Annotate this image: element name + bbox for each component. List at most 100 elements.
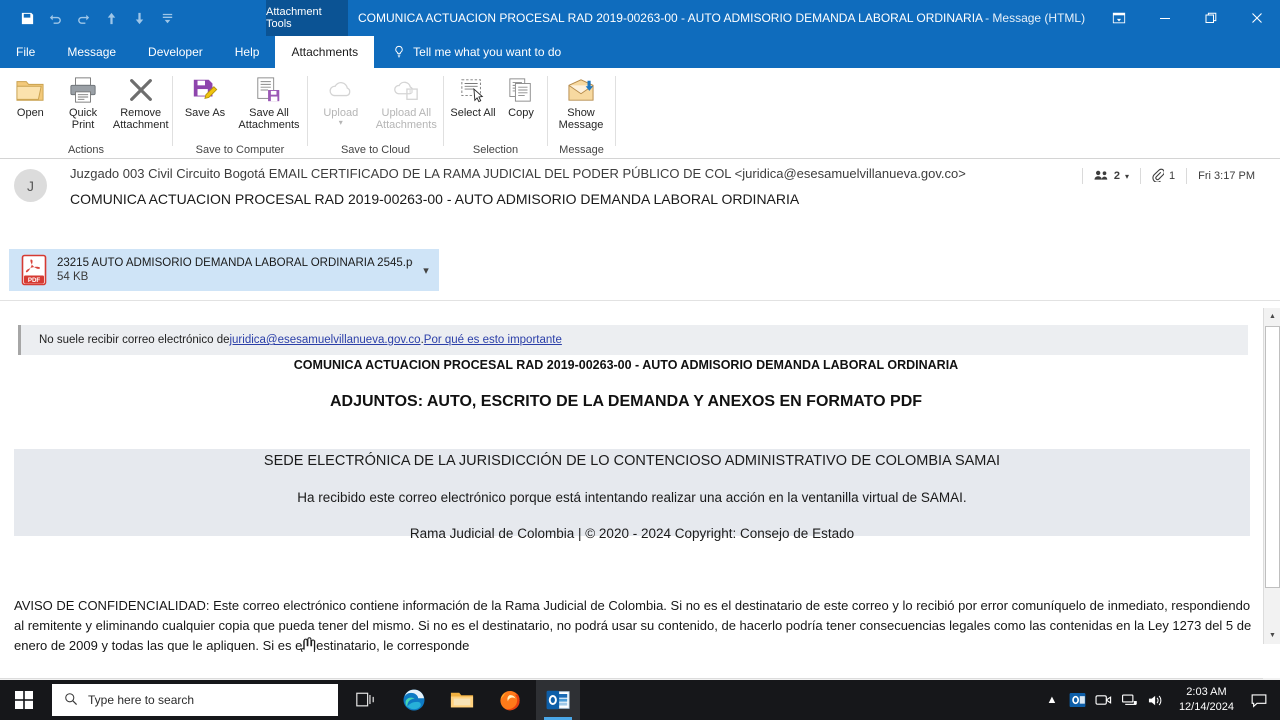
attachment-dropdown-icon[interactable]: ▾ — [413, 264, 439, 277]
ribbon-group-actions: Open Quick Print Remove Attachment Actio… — [0, 68, 172, 159]
camera-tray-icon[interactable] — [1091, 680, 1117, 720]
ribbon: Open Quick Print Remove Attachment Actio… — [0, 68, 1280, 159]
body-heading-primary: COMUNICA ACTUACION PROCESAL RAD 2019-002… — [293, 358, 959, 372]
minimize-icon[interactable] — [1142, 0, 1188, 36]
next-item-icon[interactable] — [126, 5, 152, 31]
tab-message-label: Message — [67, 45, 117, 59]
ribbon-group-save-to-computer-label: Save to Computer — [195, 144, 285, 156]
open-folder-icon — [15, 73, 45, 107]
sender-email-link[interactable]: juridica@esesamuelvillanueva.gov.co — [229, 334, 420, 346]
upload-all-attachments-button-label: Upload All Attachments — [375, 107, 437, 132]
ribbon-display-options-icon[interactable] — [1096, 0, 1142, 36]
attachment-count[interactable]: 1 — [1141, 168, 1186, 185]
taskbar-clock[interactable]: 2:03 AM 12/14/2024 — [1169, 685, 1244, 715]
outlook-icon[interactable] — [536, 680, 580, 720]
select-all-button[interactable]: Select All — [448, 73, 498, 119]
samai-panel-line-2: Ha recibido este correo electrónico porq… — [297, 490, 967, 505]
ribbon-group-message-label: Message — [559, 144, 604, 156]
copy-icon — [507, 73, 535, 107]
previous-item-icon[interactable] — [98, 5, 124, 31]
open-button[interactable]: Open — [4, 73, 57, 119]
ribbon-group-save-to-computer: Save As Save All Attachments Save to Com… — [173, 68, 307, 159]
ribbon-tab-bar: File Message Developer Help Attachments … — [0, 36, 1280, 68]
customize-quick-access-toolbar-icon[interactable] — [154, 5, 180, 31]
save-as-button-label: Save As — [184, 107, 226, 119]
microsoft-edge-icon[interactable] — [392, 680, 436, 720]
scroll-down-icon[interactable]: ▼ — [1264, 627, 1280, 644]
tab-help[interactable]: Help — [219, 36, 276, 68]
window-controls — [1096, 0, 1280, 36]
title-bar: Attachment Tools COMUNICA ACTUACION PROC… — [0, 0, 1280, 36]
message-header: J Juzgado 003 Civil Circuito Bogotá EMAI… — [0, 159, 1280, 391]
upload-all-attachments-button: Upload All Attachments — [370, 73, 443, 132]
task-view-icon[interactable] — [344, 680, 388, 720]
svg-text:PDF: PDF — [28, 277, 41, 284]
select-all-button-label: Select All — [450, 107, 496, 119]
tell-me-search[interactable]: Tell me what you want to do — [374, 36, 561, 68]
save-all-attachments-button-label: Save All Attachments — [238, 107, 300, 132]
external-sender-warning: No suele recibir correo electrónico de j… — [18, 325, 1248, 355]
samai-panel-line-1: SEDE ELECTRÓNICA DE LA JURISDICCIÓN DE L… — [263, 453, 1001, 469]
restore-icon[interactable] — [1188, 0, 1234, 36]
upload-dropdown-icon: ▾ — [338, 118, 343, 128]
why-is-this-important-link[interactable]: Por qué es esto importante — [424, 334, 562, 346]
ribbon-group-selection-label: Selection — [472, 144, 519, 156]
tab-file-label: File — [16, 45, 36, 59]
vertical-scrollbar-thumb[interactable] — [1265, 326, 1280, 588]
save-all-attachments-button[interactable]: Save All Attachments — [231, 73, 307, 132]
tab-developer-label: Developer — [148, 45, 203, 59]
printer-icon — [68, 73, 98, 107]
tab-file[interactable]: File — [0, 36, 51, 68]
ribbon-group-save-to-cloud-label: Save to Cloud — [340, 144, 411, 156]
message-body: No suele recibir correo electrónico de j… — [0, 301, 1252, 652]
copy-button[interactable]: Copy — [498, 73, 544, 119]
remove-attachment-button[interactable]: Remove Attachment — [109, 73, 172, 132]
vertical-scrollbar[interactable]: ▲ ▼ — [1263, 308, 1280, 644]
attachment-chip[interactable]: PDF 23215 AUTO ADMISORIO DEMANDA LABORAL… — [9, 249, 439, 291]
save-all-attachments-icon — [254, 73, 284, 107]
action-center-icon[interactable] — [1244, 680, 1274, 720]
outlook-message-window: Attachment Tools COMUNICA ACTUACION PROC… — [0, 0, 1280, 720]
open-button-label: Open — [16, 107, 44, 119]
taskbar-pinned-apps — [344, 680, 580, 720]
tab-help-label: Help — [234, 45, 260, 59]
upload-button: Upload ▾ — [312, 73, 370, 128]
file-explorer-icon[interactable] — [440, 680, 484, 720]
reading-pane: No suele recibir correo electrónico de j… — [0, 301, 1280, 652]
confidentiality-notice: AVISO DE CONFIDENCIALIDAD: Este correo e… — [14, 598, 1252, 652]
save-as-button[interactable]: Save As — [179, 73, 231, 119]
show-message-button[interactable]: Show Message — [548, 73, 614, 132]
tell-me-label: Tell me what you want to do — [413, 45, 562, 59]
tab-message[interactable]: Message — [51, 36, 132, 68]
system-tray: ▲ 2:03 AM 12/14/2024 — [1039, 680, 1280, 720]
lightbulb-icon — [392, 45, 406, 59]
recipients-dropdown-icon[interactable]: ▾ — [1125, 172, 1129, 181]
close-icon[interactable] — [1234, 0, 1280, 36]
network-icon[interactable] — [1117, 680, 1143, 720]
firefox-icon[interactable] — [488, 680, 532, 720]
tab-developer[interactable]: Developer — [132, 36, 219, 68]
timestamp: Fri 3:17 PM — [1187, 170, 1266, 182]
save-icon[interactable] — [14, 5, 40, 31]
tab-attachments[interactable]: Attachments — [275, 36, 375, 68]
search-input[interactable]: Type here to search — [52, 684, 338, 716]
select-all-icon — [459, 73, 487, 107]
attachment-bar: PDF 23215 AUTO ADMISORIO DEMANDA LABORAL… — [0, 243, 1280, 301]
windows-start-icon[interactable] — [0, 680, 48, 720]
avatar: J — [14, 169, 47, 202]
scroll-up-icon[interactable]: ▲ — [1264, 308, 1280, 325]
redo-icon[interactable] — [70, 5, 96, 31]
body-heading-attachments: ADJUNTOS: AUTO, ESCRITO DE LA DEMANDA Y … — [329, 393, 923, 410]
show-hidden-icons-icon[interactable]: ▲ — [1039, 680, 1065, 720]
window-title-suffix: - Message (HTML) — [985, 11, 1086, 25]
undo-icon[interactable] — [42, 5, 68, 31]
outlook-tray-icon[interactable] — [1065, 680, 1091, 720]
show-message-button-label: Show Message — [558, 107, 604, 132]
window-title: COMUNICA ACTUACION PROCESAL RAD 2019-002… — [358, 0, 1085, 36]
quick-access-toolbar — [0, 0, 180, 36]
volume-icon[interactable] — [1143, 680, 1169, 720]
quick-print-button[interactable]: Quick Print — [57, 73, 110, 132]
recipients-count[interactable]: 2 ▾ — [1083, 169, 1140, 184]
cloud-upload-all-icon — [391, 73, 421, 107]
samai-notice-panel: SEDE ELECTRÓNICA DE LA JURISDICCIÓN DE L… — [14, 449, 1250, 541]
